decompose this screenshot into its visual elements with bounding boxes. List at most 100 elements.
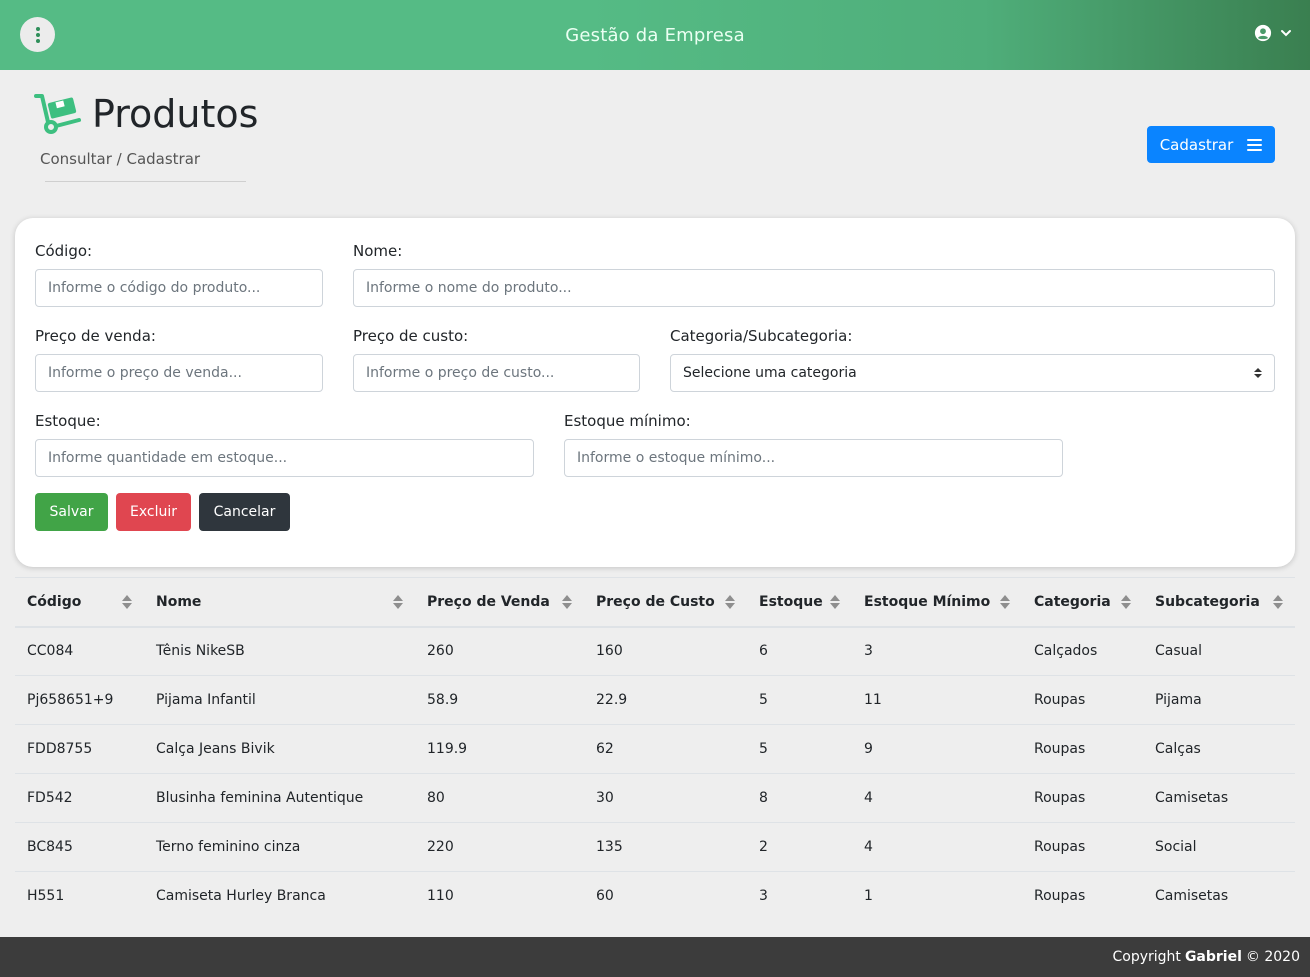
vertical-dots-icon [35,26,40,43]
sidebar-menu-button[interactable] [20,17,55,52]
sort-icon[interactable] [562,594,572,610]
table-row[interactable]: CC084 Tênis NikeSB 260 160 6 3 Calçados Casual [15,626,1295,676]
sort-icon[interactable] [1121,594,1131,610]
column-header[interactable]: Nome [144,578,415,627]
table-cell: Tênis NikeSB [144,626,415,676]
page-header: Produtos Consultar / Cadastrar [34,92,258,168]
sort-icon[interactable] [393,594,403,610]
table-cell: Calças [1143,724,1295,774]
table-cell: 11 [852,675,1022,725]
chevron-down-icon [1281,30,1291,37]
table-cell: 30 [584,773,747,823]
register-button[interactable]: Cadastrar [1147,126,1275,163]
bars-icon [1247,138,1263,151]
table-header-row: Código Nome Preço de Venda Preço de Custo Es… [15,577,1295,627]
column-header-label: Estoque [759,593,823,610]
estoque-minimo-input[interactable] [564,439,1063,477]
categoria-select[interactable]: Selecione uma categoria [670,354,1275,392]
nome-input[interactable] [353,269,1275,307]
column-header-label: Preço de Venda [427,593,550,610]
column-header[interactable]: Subcategoria [1143,578,1295,627]
column-header[interactable]: Estoque Mínimo [852,578,1022,627]
sort-icon[interactable] [122,594,132,610]
table-cell: CC084 [15,626,144,676]
select-arrows-icon [1254,368,1262,378]
sort-icon[interactable] [1273,594,1283,610]
footer-year: © 2020 [1245,949,1300,965]
footer-copyright-prefix: Copyright [1112,949,1181,965]
column-header[interactable]: Categoria [1022,578,1143,627]
register-button-label: Cadastrar [1159,135,1234,154]
hand-truck-icon [34,94,81,134]
breadcrumb: Consultar / Cadastrar [40,150,201,168]
table-cell: 135 [584,822,747,872]
table-cell: 160 [584,626,747,676]
user-circle-icon [1254,24,1272,42]
table-cell: Pijama [1143,675,1295,725]
table-cell: 9 [852,724,1022,774]
preco-custo-input[interactable] [353,354,640,392]
table-cell: Roupas [1022,871,1143,921]
column-header[interactable]: Preço de Custo [584,578,747,627]
table-cell: Camisetas [1143,773,1295,823]
table-cell: Social [1143,822,1295,872]
table-body: CC084 Tênis NikeSB 260 160 6 3 Calçados Casual P… [15,626,1295,921]
column-header-label: Código [27,593,82,610]
cancel-button[interactable]: Cancelar [199,493,290,531]
table-row[interactable]: FD542 Blusinha feminina Autentique 80 30 8 4 R… [15,773,1295,823]
table-cell: Calçados [1022,626,1143,676]
table-cell: Calça Jeans Bivik [144,724,415,774]
table-row[interactable]: BC845 Terno feminino cinza 220 135 2 4 Roupas S… [15,822,1295,872]
column-header-label: Subcategoria [1155,593,1260,610]
table-cell: Pijama Infantil [144,675,415,725]
table-row[interactable]: Pj658651+9 Pijama Infantil 58.9 22.9 5 11 Roup… [15,675,1295,725]
column-header-label: Estoque Mínimo [864,593,991,610]
table-cell: Camiseta Hurley Branca [144,871,415,921]
nome-field: Nome: [353,242,1275,307]
sort-icon[interactable] [1000,594,1010,610]
table-cell: Pj658651+9 [15,675,144,725]
table-row[interactable]: H551 Camiseta Hurley Branca 110 60 3 1 Roupas C… [15,871,1295,921]
table-cell: H551 [15,871,144,921]
sort-icon[interactable] [725,594,735,610]
table-cell: 260 [415,626,584,676]
header-divider [45,181,246,182]
table-cell: 4 [852,822,1022,872]
column-header-label: Preço de Custo [596,593,715,610]
table-cell: 2 [747,822,852,872]
user-menu[interactable] [1254,24,1292,42]
categoria-selected-value: Selecione uma categoria [683,365,857,381]
table-cell: 8 [747,773,852,823]
top-navbar: Gestão da Empresa [0,0,1310,70]
nome-label: Nome: [353,242,403,260]
estoque-input[interactable] [35,439,534,477]
table-cell: 3 [852,626,1022,676]
save-button[interactable]: Salvar [35,493,108,531]
table-cell: 62 [584,724,747,774]
table-cell: 1 [852,871,1022,921]
table-cell: 119.9 [415,724,584,774]
preco-custo-field: Preço de custo: [353,327,640,392]
footer: Copyright Gabriel © 2020 [0,937,1310,977]
products-table-container: Código Nome Preço de Venda Preço de Custo Es… [15,577,1295,921]
delete-button[interactable]: Excluir [116,493,191,531]
table-cell: 58.9 [415,675,584,725]
table-row[interactable]: FDD8755 Calça Jeans Bivik 119.9 62 5 9 Roupas C… [15,724,1295,774]
estoque-minimo-label: Estoque mínimo: [564,412,691,430]
preco-custo-label: Preço de custo: [353,327,469,345]
table-cell: 220 [415,822,584,872]
column-header[interactable]: Estoque [747,578,852,627]
table-cell: FDD8755 [15,724,144,774]
page-title: Produtos [92,92,259,136]
column-header[interactable]: Preço de Venda [415,578,584,627]
table-cell: BC845 [15,822,144,872]
table-cell: 6 [747,626,852,676]
preco-venda-field: Preço de venda: [35,327,323,392]
table-cell: FD542 [15,773,144,823]
preco-venda-input[interactable] [35,354,323,392]
sort-icon[interactable] [830,594,840,610]
codigo-input[interactable] [35,269,323,307]
column-header[interactable]: Código [15,578,144,627]
table-cell: Roupas [1022,675,1143,725]
table-cell: Roupas [1022,822,1143,872]
